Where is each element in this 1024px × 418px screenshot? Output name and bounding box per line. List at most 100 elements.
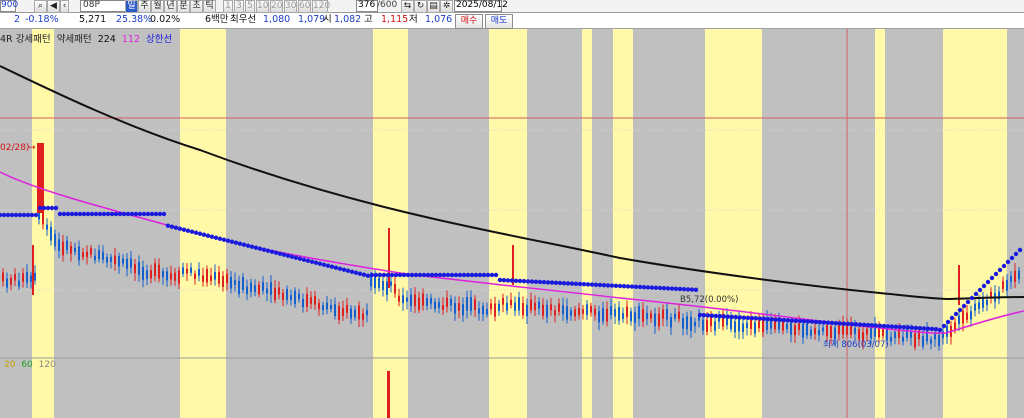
arrow-right-icon[interactable]: ⇆ bbox=[401, 0, 414, 13]
legend-ma-224[interactable]: 224 bbox=[98, 34, 116, 45]
candle bbox=[386, 281, 388, 295]
price-chart[interactable]: 02/28) → B5,72(0.00%) 최저 806(03/07) bbox=[0, 29, 1024, 418]
candle bbox=[894, 331, 896, 338]
band-dot bbox=[449, 272, 455, 278]
band-dot bbox=[41, 205, 47, 211]
band-dot bbox=[705, 313, 711, 318]
band-dot bbox=[697, 312, 703, 318]
candle bbox=[986, 299, 988, 306]
arrow-left-icon[interactable]: ‹ bbox=[60, 0, 69, 13]
band-dot bbox=[993, 271, 999, 277]
search-icon[interactable]: ⌕ bbox=[34, 0, 47, 13]
band-dot bbox=[205, 233, 211, 238]
band-dot bbox=[657, 285, 663, 291]
candle bbox=[22, 273, 24, 282]
candle bbox=[282, 292, 284, 300]
band-dot bbox=[989, 275, 995, 281]
band-dot bbox=[585, 282, 591, 287]
band-dot bbox=[445, 272, 451, 278]
band-dot bbox=[265, 248, 271, 253]
interval-3[interactable]: 3 bbox=[234, 0, 244, 13]
tab-day[interactable]: 일 bbox=[125, 0, 138, 13]
band-dot bbox=[617, 283, 623, 289]
band-dot bbox=[833, 320, 839, 326]
band-dot bbox=[505, 278, 511, 283]
band-dot bbox=[73, 211, 79, 217]
interval-20[interactable]: 20 bbox=[270, 0, 283, 13]
candle bbox=[742, 323, 744, 333]
interval-5[interactable]: 5 bbox=[245, 0, 255, 13]
date-input[interactable]: 2025/08/12 bbox=[454, 0, 508, 12]
band-dot bbox=[769, 317, 775, 322]
band-dot bbox=[441, 272, 447, 278]
candle bbox=[514, 302, 516, 311]
interval-120[interactable]: 120 bbox=[312, 0, 330, 13]
highlight-band bbox=[373, 29, 408, 418]
interval-30[interactable]: 30 bbox=[284, 0, 297, 13]
candle bbox=[214, 272, 216, 280]
candle bbox=[954, 322, 956, 331]
tab-year[interactable]: 년 bbox=[164, 0, 177, 13]
candle bbox=[286, 288, 288, 300]
open-value: 1,082 bbox=[334, 14, 362, 25]
band-dot bbox=[541, 280, 547, 285]
candle bbox=[966, 312, 968, 320]
band-dot bbox=[549, 280, 555, 285]
candle bbox=[518, 297, 520, 311]
band-dot bbox=[9, 212, 15, 218]
band-dot bbox=[593, 282, 599, 287]
band-dot bbox=[101, 211, 107, 217]
legend-upper-band[interactable]: 상한선 bbox=[146, 34, 172, 45]
legend-weak-pattern[interactable]: 약세패턴 bbox=[57, 34, 92, 45]
candle bbox=[270, 282, 272, 295]
band-dot bbox=[813, 319, 819, 325]
speaker-icon[interactable]: ◀ bbox=[47, 0, 60, 13]
band-dot bbox=[509, 278, 515, 283]
band-dot bbox=[641, 285, 647, 290]
mid-marker-label: B5,72(0.00%) bbox=[680, 295, 738, 305]
candle bbox=[506, 302, 508, 311]
candle bbox=[302, 298, 304, 308]
tab-second[interactable]: 초 bbox=[190, 0, 203, 13]
band-dot bbox=[29, 212, 35, 218]
count-input[interactable]: 376 bbox=[356, 0, 378, 12]
band-dot bbox=[865, 322, 871, 328]
band-dot bbox=[845, 321, 851, 327]
high-marker-arrow: → bbox=[28, 143, 36, 153]
candle bbox=[250, 282, 252, 292]
interval-1[interactable]: 1 bbox=[223, 0, 233, 13]
band-dot bbox=[397, 272, 403, 278]
refresh-icon[interactable]: ↻ bbox=[414, 0, 427, 13]
legend-strong-pattern[interactable]: 강세패턴 bbox=[16, 34, 51, 45]
tab-week[interactable]: 주 bbox=[138, 0, 151, 13]
buy-button[interactable]: 매수 bbox=[455, 14, 483, 29]
band-dot bbox=[961, 303, 967, 309]
band-dot bbox=[173, 225, 179, 230]
interval-60[interactable]: 60 bbox=[298, 0, 311, 13]
tab-tick[interactable]: 틱 bbox=[203, 0, 216, 13]
band-dot bbox=[57, 211, 63, 217]
highlight-band bbox=[180, 29, 226, 418]
band-dot bbox=[65, 211, 71, 217]
candle bbox=[358, 305, 360, 320]
band-dot bbox=[537, 279, 543, 285]
band-dot bbox=[725, 314, 731, 319]
candle bbox=[438, 302, 440, 308]
sell-button[interactable]: 매도 bbox=[485, 14, 513, 29]
band-dot bbox=[513, 278, 519, 283]
band-dot bbox=[913, 325, 919, 331]
tab-month[interactable]: 월 bbox=[151, 0, 164, 13]
legend-ma-112[interactable]: 112 bbox=[122, 34, 140, 45]
settings-icon[interactable]: ✲ bbox=[440, 0, 453, 13]
band-dot bbox=[885, 324, 891, 329]
candle bbox=[634, 312, 636, 324]
code-input[interactable]: 900 bbox=[0, 0, 18, 12]
candle bbox=[402, 295, 404, 304]
band-dot bbox=[637, 284, 643, 290]
tab-minute[interactable]: 분 bbox=[177, 0, 190, 13]
band-dot bbox=[61, 211, 67, 217]
print-icon[interactable]: ▤ bbox=[427, 0, 440, 13]
candle bbox=[454, 302, 456, 314]
candle bbox=[526, 304, 528, 317]
interval-10[interactable]: 10 bbox=[256, 0, 269, 13]
